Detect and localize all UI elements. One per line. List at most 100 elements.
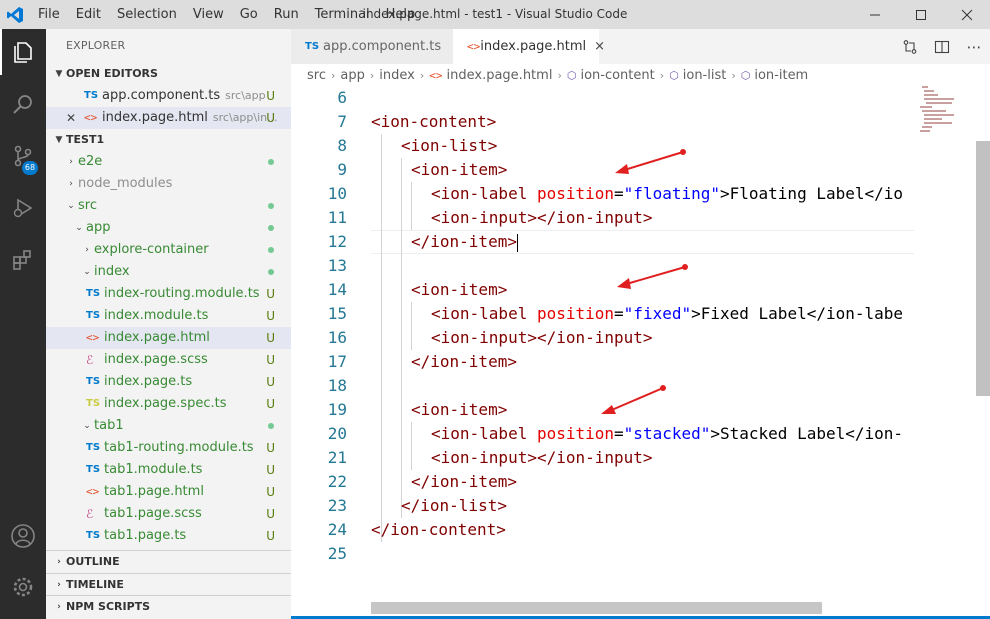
tree-folder-tab1[interactable]: ⌄ tab1 <box>46 415 291 437</box>
element-symbol-icon: ⬡ <box>669 68 679 82</box>
tree-file[interactable]: TS index.module.ts U <box>46 305 291 327</box>
menu-view[interactable]: View <box>185 0 232 29</box>
status-badge: U <box>266 397 275 411</box>
code-line: </ion-item> <box>411 230 518 254</box>
typescript-file-icon: TS <box>86 288 101 299</box>
tree-folder-app[interactable]: ⌄ app <box>46 217 291 239</box>
account-icon <box>11 524 35 548</box>
code-token: </ion-list> <box>401 496 507 515</box>
chevron-right-icon: › <box>731 68 736 82</box>
maximize-button[interactable] <box>898 0 944 29</box>
accounts-activity[interactable] <box>0 513 46 559</box>
tree-file[interactable]: TS index-routing.module.ts U <box>46 283 291 305</box>
breadcrumb-item[interactable]: index.page.html <box>447 68 553 83</box>
manage-activity[interactable] <box>0 564 46 610</box>
close-editor-icon[interactable]: ✕ <box>66 107 84 129</box>
open-editor-item[interactable]: TS app.component.ts src\app U <box>46 85 291 107</box>
tree-folder-index[interactable]: ⌄ index <box>46 261 291 283</box>
timeline-header[interactable]: › TIMELINE <box>46 573 291 595</box>
vertical-scrollbar[interactable] <box>976 141 990 396</box>
minimize-icon <box>870 14 880 15</box>
editor-tabs: TS app.component.ts <> index.page.html ×… <box>291 29 990 64</box>
line-number: 22 <box>327 472 347 491</box>
open-editors-header[interactable]: ▼ OPEN EDITORS <box>46 63 291 85</box>
code-token: position <box>536 304 615 323</box>
tab-app-component[interactable]: TS app.component.ts <box>291 29 453 64</box>
code-token: <ion-label <box>431 424 537 443</box>
more-actions-button[interactable]: ⋯ <box>958 29 990 64</box>
menu-help[interactable]: Help <box>378 0 424 29</box>
split-editor-icon <box>934 40 950 53</box>
element-symbol-icon: ⬡ <box>566 68 577 82</box>
split-editor-button[interactable] <box>926 29 958 64</box>
breadcrumb-item[interactable]: ion-list <box>683 68 727 83</box>
indent-guide <box>411 182 412 230</box>
menu-terminal[interactable]: Terminal <box>307 0 378 29</box>
chevron-down-icon: ▼ <box>55 135 63 145</box>
open-changes-button[interactable] <box>894 29 926 64</box>
code-token: "floating" <box>623 184 720 203</box>
close-tab-icon[interactable]: × <box>594 29 605 64</box>
outline-header[interactable]: › OUTLINE <box>46 551 291 573</box>
modified-dot <box>268 423 274 429</box>
code-line: <ion-label position="fixed">Fixed Label<… <box>431 304 904 323</box>
code-token: >Floating Label</io <box>720 184 904 203</box>
tree-file[interactable]: TS index.page.spec.ts U <box>46 393 291 415</box>
minimap[interactable] <box>914 86 976 616</box>
typescript-file-icon: TS <box>305 41 320 52</box>
chevron-right-icon: › <box>659 68 665 82</box>
menu-file[interactable]: File <box>30 0 68 29</box>
tree-item-label: tab1.page.html <box>104 484 204 499</box>
tree-folder-e2e[interactable]: › e2e <box>46 151 291 173</box>
menu-edit[interactable]: Edit <box>68 0 109 29</box>
modified-dot <box>268 225 274 231</box>
tree-file[interactable]: TS index.page.ts U <box>46 371 291 393</box>
chevron-right-icon: › <box>85 245 89 255</box>
code-token: position <box>536 424 615 443</box>
line-number: 21 <box>327 448 347 467</box>
minimize-button[interactable] <box>852 0 898 29</box>
code-line: <ion-label position="stacked">Stacked La… <box>431 424 904 443</box>
source-control-activity[interactable]: 68 <box>0 133 46 179</box>
run-debug-icon <box>13 198 33 218</box>
tree-folder-src[interactable]: ⌄ src <box>46 195 291 217</box>
vscode-logo-icon <box>0 0 30 29</box>
tree-file[interactable]: ℰ index.page.scss U <box>46 349 291 371</box>
breadcrumb-item[interactable]: app <box>340 68 364 83</box>
tree-file[interactable]: ℰ tab1.page.scss U <box>46 503 291 525</box>
menu-go[interactable]: Go <box>232 0 266 29</box>
breadcrumb-item[interactable]: src <box>307 68 326 83</box>
menu-run[interactable]: Run <box>266 0 307 29</box>
open-editor-item[interactable]: ✕ <> index.page.html src\app\in... U <box>46 107 291 129</box>
tree-file[interactable]: <> tab1.page.html U <box>46 481 291 503</box>
menu-selection[interactable]: Selection <box>109 0 185 29</box>
line-number: 15 <box>327 304 347 323</box>
code-editor[interactable]: 6 7 8 9 10 11 12 13 14 15 16 17 18 19 20… <box>291 86 990 616</box>
tree-file[interactable]: TS tab1.page.ts U <box>46 525 291 547</box>
breadcrumb-item[interactable]: ion-content <box>580 68 654 83</box>
chevron-down-icon: ⌄ <box>83 267 91 277</box>
breadcrumb-item[interactable]: ion-item <box>754 68 808 83</box>
line-number: 18 <box>327 376 347 395</box>
npm-scripts-header[interactable]: › NPM SCRIPTS <box>46 595 291 617</box>
breadcrumb-item[interactable]: index <box>379 68 415 83</box>
code-area[interactable]: <ion-content> <ion-list> <ion-item> <ion… <box>371 86 914 616</box>
chevron-right-icon: › <box>69 179 73 189</box>
indent-guide <box>401 158 402 518</box>
explorer-activity[interactable] <box>0 29 46 75</box>
tab-index-page-html[interactable]: <> index.page.html × <box>453 29 605 64</box>
tree-folder-explore-container[interactable]: › explore-container <box>46 239 291 261</box>
extensions-activity[interactable] <box>0 237 46 283</box>
chevron-right-icon: › <box>557 68 562 82</box>
tree-file[interactable]: TS tab1-routing.module.ts U <box>46 437 291 459</box>
project-header[interactable]: ▼ TEST1 <box>46 129 291 151</box>
tree-file[interactable]: TS tab1.module.ts U <box>46 459 291 481</box>
close-window-button[interactable] <box>944 0 990 29</box>
tree-file-selected[interactable]: <> index.page.html U <box>46 327 291 349</box>
tree-folder-node-modules[interactable]: › node_modules <box>46 173 291 195</box>
search-activity[interactable] <box>0 81 46 127</box>
typescript-file-icon: TS <box>86 442 101 453</box>
code-token: <ion-input></ion-input> <box>431 448 653 467</box>
run-debug-activity[interactable] <box>0 185 46 231</box>
horizontal-scrollbar[interactable] <box>371 602 822 614</box>
